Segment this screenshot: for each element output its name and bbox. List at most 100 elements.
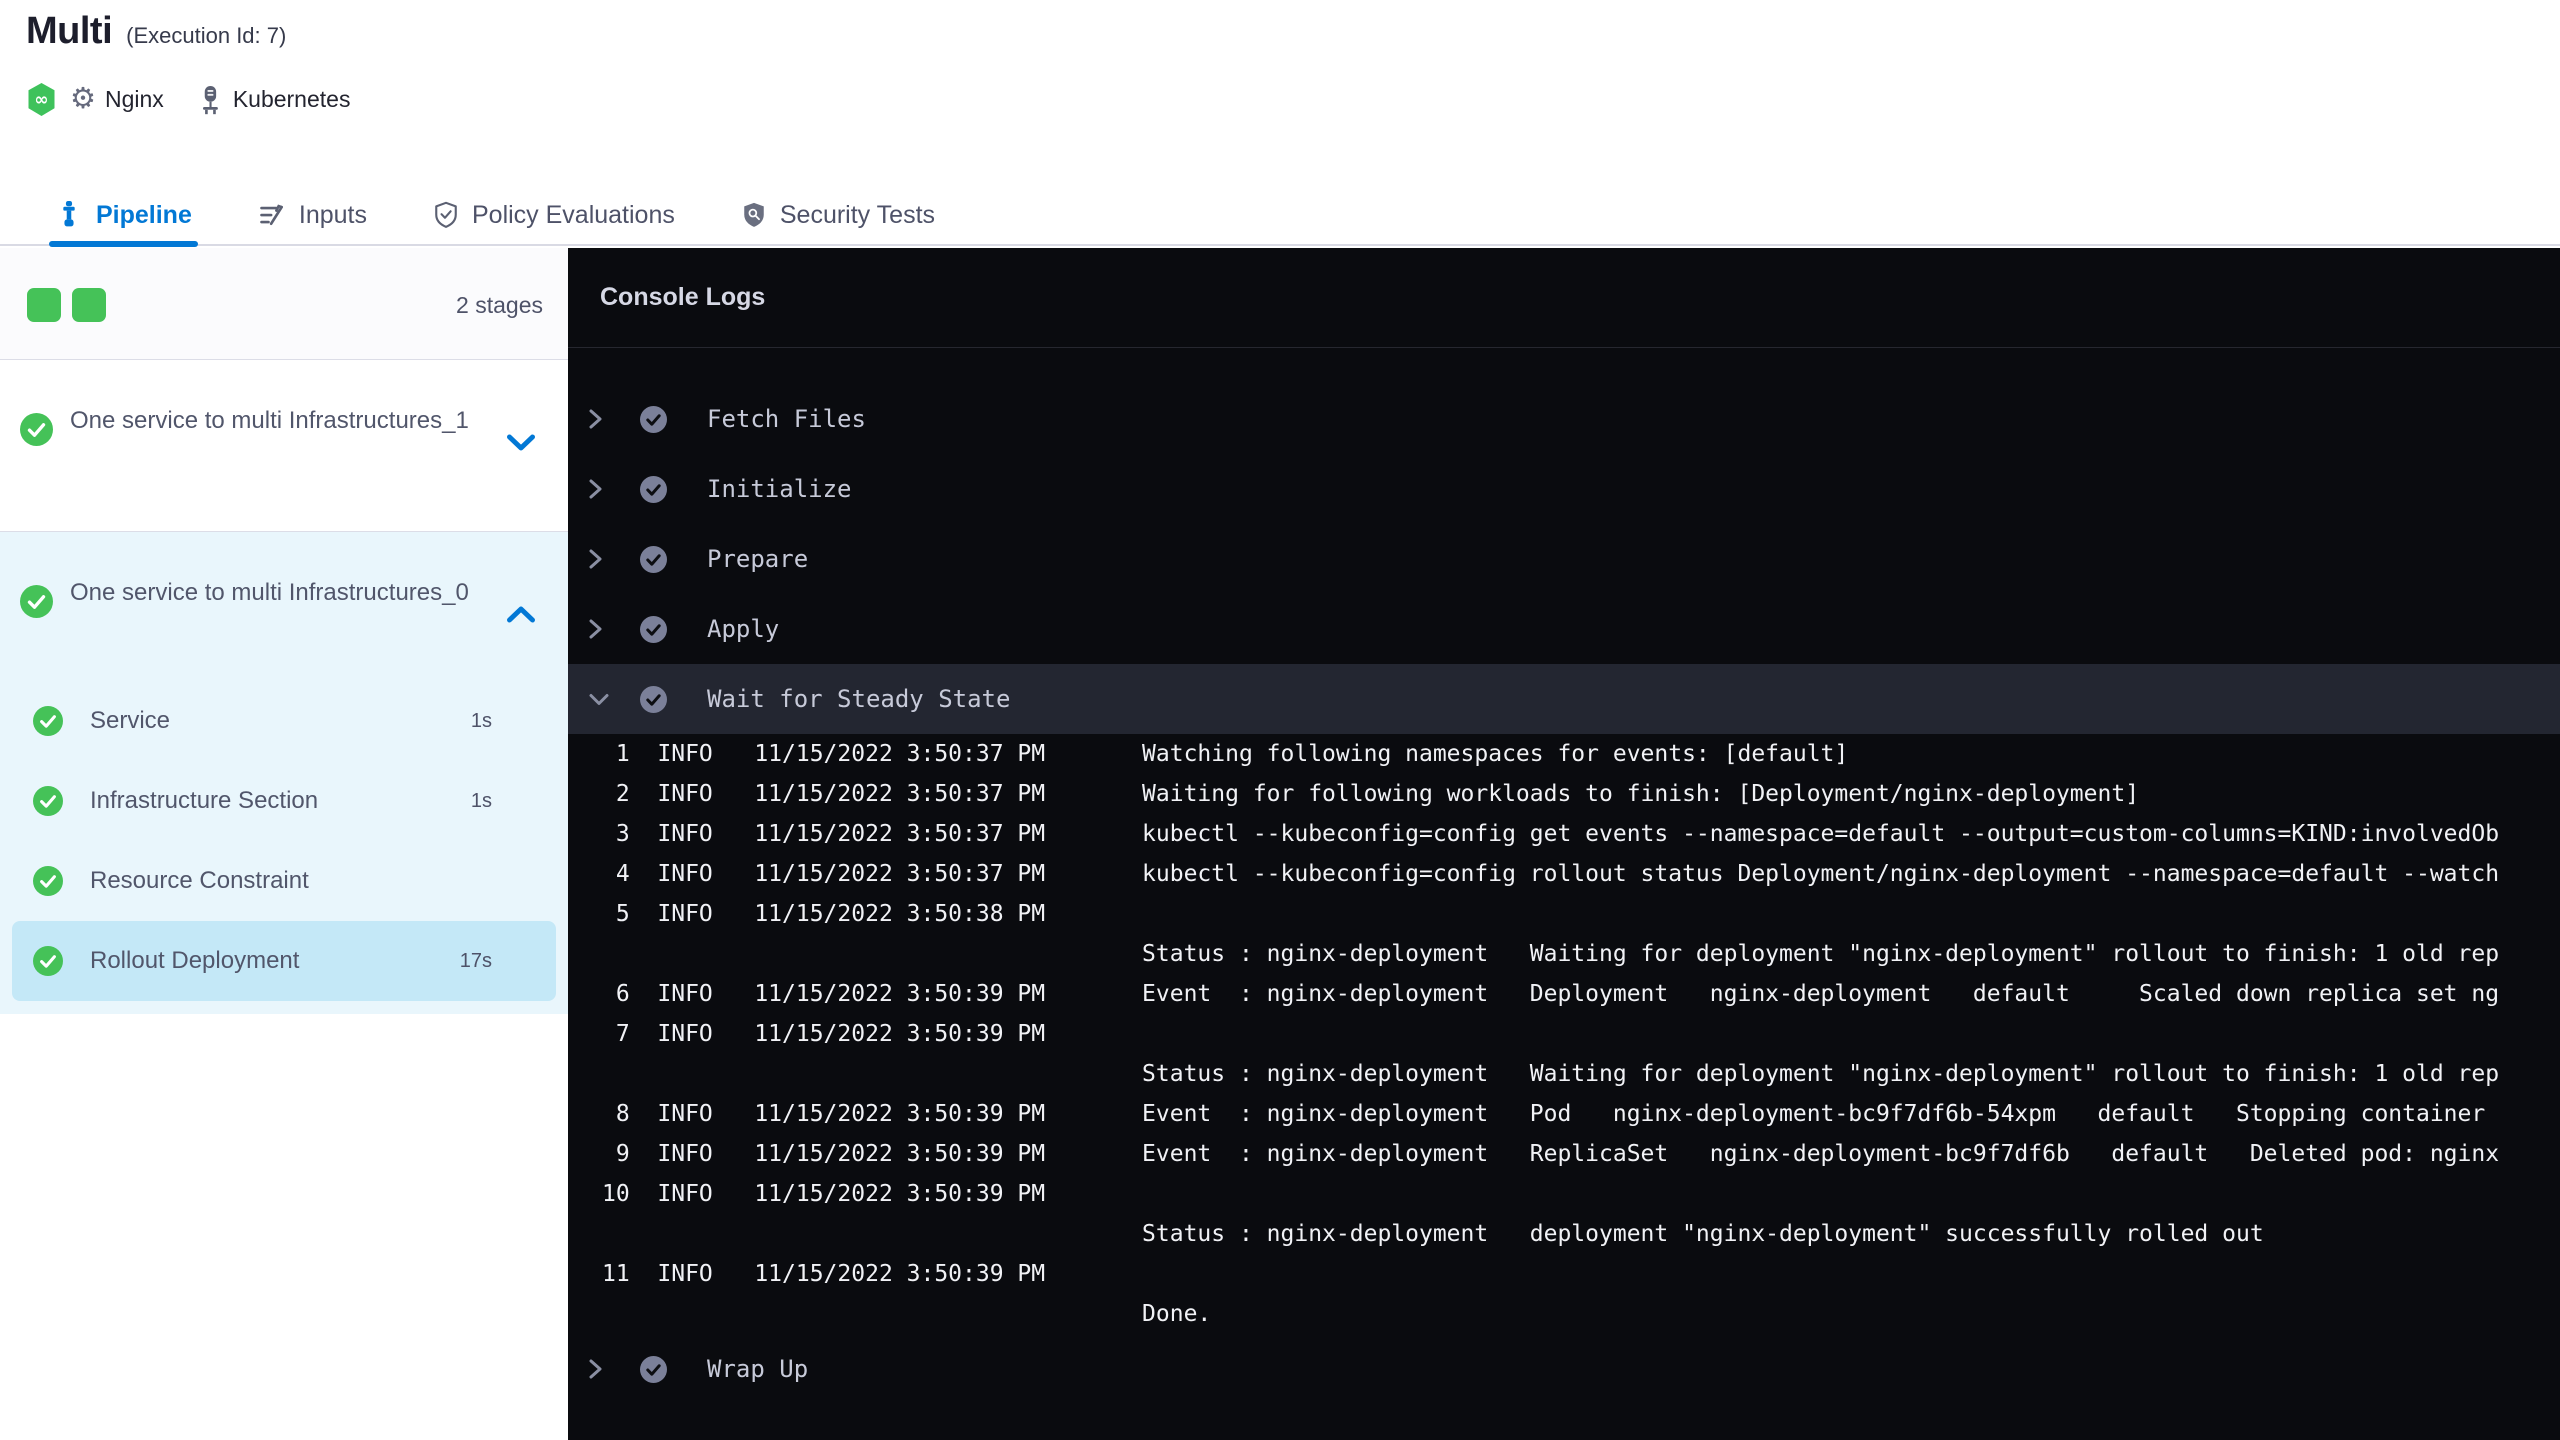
infrastructure-chip[interactable]: Kubernetes [196, 84, 351, 116]
service-chip[interactable]: ⚙ Nginx [70, 85, 164, 114]
tab-label: Pipeline [96, 200, 192, 229]
console-step-apply[interactable]: Apply [568, 594, 2560, 664]
log-block: 1 INFO 11/15/2022 3:50:37 PM Watching fo… [568, 734, 2560, 1334]
console-step-wrap-up[interactable]: Wrap Up [568, 1334, 2560, 1404]
console-chevron-right-icon[interactable] [588, 618, 614, 640]
step-duration: 1s [470, 709, 492, 732]
log-line: 9 INFO 11/15/2022 3:50:39 PM Event : ngi… [602, 1141, 2500, 1167]
tab-security-tests[interactable]: Security Tests [741, 186, 935, 244]
step-label: Service [90, 707, 171, 734]
infrastructure-label: Kubernetes [232, 86, 351, 112]
stage-list: One service to multi Infrastructures_1 On… [0, 360, 568, 1014]
tab-label: Policy Evaluations [471, 200, 675, 229]
page-title: Multi [26, 10, 113, 52]
console-step-list: Fetch Files Initialize Prepare Apply Wait fo… [568, 348, 2560, 1404]
console-check-icon [640, 615, 667, 643]
log-line: Done. [602, 1301, 1212, 1327]
pipeline-icon [55, 200, 83, 230]
stage-indicator-success-1[interactable] [27, 288, 61, 322]
stages-sidebar: 2 stages One service to multi Infrastruc… [0, 248, 568, 1440]
inputs-icon [258, 201, 286, 229]
stage-group-one-service-to-multi-infrastructures-0: One service to multi Infrastructures_0 Se… [0, 532, 568, 1014]
step-service[interactable]: Service 1s [12, 681, 556, 761]
chevron-up-icon[interactable] [506, 605, 536, 624]
console-step-fetch-files[interactable]: Fetch Files [568, 384, 2560, 454]
tab-label: Security Tests [779, 200, 936, 229]
header: Multi (Execution Id: 7) ∞ ⚙ Nginx Kubern… [0, 0, 2560, 186]
tab-pipeline[interactable]: Pipeline [49, 186, 198, 247]
console-check-icon [640, 685, 667, 713]
success-check-small-icon [33, 786, 63, 816]
console-step-label: Initialize [707, 475, 852, 503]
console-step-initialize[interactable]: Initialize [568, 454, 2560, 524]
log-line: 4 INFO 11/15/2022 3:50:37 PM kubectl --k… [602, 861, 2500, 887]
chevron-down-icon[interactable] [506, 433, 536, 452]
success-check-small-icon [33, 706, 63, 736]
console-step-label: Prepare [707, 545, 809, 573]
console-step-label: Wrap Up [707, 1355, 809, 1383]
step-list: Service 1s Infrastructure Section 1s Resourc… [0, 681, 568, 1001]
console-chevron-right-icon[interactable] [588, 548, 614, 570]
step-duration: 1s [470, 789, 492, 812]
step-infrastructure-section[interactable]: Infrastructure Section 1s [12, 761, 556, 841]
step-label: Infrastructure Section [90, 787, 319, 814]
success-check-small-icon [33, 946, 63, 976]
log-line: 3 INFO 11/15/2022 3:50:37 PM kubectl --k… [602, 821, 2500, 847]
console-check-icon [640, 405, 667, 433]
log-line: 6 INFO 11/15/2022 3:50:39 PM Event : ngi… [602, 981, 2500, 1007]
log-line: 5 INFO 11/15/2022 3:50:38 PM [602, 901, 1143, 927]
execution-id: (Execution Id: 7) [126, 23, 287, 48]
log-line: 1 INFO 11/15/2022 3:50:37 PM Watching fo… [602, 741, 1849, 767]
execution-meta-row: ∞ ⚙ Nginx Kubernetes [26, 82, 350, 117]
console-step-label: Fetch Files [707, 405, 866, 433]
log-line: 10 INFO 11/15/2022 3:50:39 PM [602, 1181, 1143, 1207]
step-resource-constraint[interactable]: Resource Constraint [12, 841, 556, 921]
stages-summary-band: 2 stages [0, 248, 568, 360]
console-step-wait-for-steady-state[interactable]: Wait for Steady State [568, 664, 2560, 734]
kubernetes-icon [196, 84, 224, 116]
console-chevron-down-icon[interactable] [588, 692, 614, 707]
step-duration: 17s [459, 949, 492, 972]
stage-name: One service to multi Infrastructures_0 [70, 579, 469, 606]
stage-group-one-service-to-multi-infrastructures-1: One service to multi Infrastructures_1 [0, 360, 568, 532]
console-title: Console Logs [600, 283, 766, 311]
stage-count-label: 2 stages [456, 292, 543, 318]
success-check-icon [20, 585, 53, 618]
step-label: Resource Constraint [90, 867, 309, 894]
service-label: Nginx [105, 86, 164, 112]
console-step-label: Apply [707, 615, 780, 643]
success-check-small-icon [33, 866, 63, 896]
stage-indicator-success-2[interactable] [72, 288, 106, 322]
console-logs-panel: Console Logs Fetch Files Initialize Prepar… [568, 248, 2560, 1440]
stage-header-one-service-to-multi-infrastructures-0[interactable]: One service to multi Infrastructures_0 [0, 532, 568, 677]
log-line: 11 INFO 11/15/2022 3:50:39 PM [602, 1261, 1143, 1287]
log-line: Status : nginx-deployment Waiting for de… [602, 1061, 2500, 1087]
tab-inputs[interactable]: Inputs [258, 186, 367, 244]
step-label: Rollout Deployment [90, 947, 300, 974]
console-step-prepare[interactable]: Prepare [568, 524, 2560, 594]
tab-label: Inputs [298, 200, 367, 229]
stage-name: One service to multi Infrastructures_1 [70, 407, 469, 434]
console-check-icon [640, 1355, 667, 1383]
console-check-icon [640, 545, 667, 573]
log-line: 8 INFO 11/15/2022 3:50:39 PM Event : ngi… [602, 1101, 2486, 1127]
svg-text:∞: ∞ [34, 90, 48, 110]
step-rollout-deployment[interactable]: Rollout Deployment 17s [12, 921, 556, 1001]
stage-indicators [27, 288, 106, 322]
log-line: Status : nginx-deployment deployment "ng… [602, 1221, 2264, 1247]
console-step-label: Wait for Steady State [707, 685, 1011, 713]
console-chevron-right-icon[interactable] [588, 1358, 614, 1380]
console-chevron-right-icon[interactable] [588, 408, 614, 430]
tab-bar: Pipeline Inputs Policy Evaluations Security… [0, 186, 2560, 247]
policy-shield-check-icon [433, 201, 459, 229]
title-row: Multi (Execution Id: 7) [26, 10, 286, 53]
harness-success-badge-icon: ∞ [26, 82, 57, 117]
pipeline-execution-page: Multi (Execution Id: 7) ∞ ⚙ Nginx Kubern… [0, 0, 2560, 1440]
console-check-icon [640, 475, 667, 503]
gear-icon: ⚙ [70, 83, 96, 115]
console-chevron-right-icon[interactable] [588, 478, 614, 500]
log-line: Status : nginx-deployment Waiting for de… [602, 941, 2500, 967]
stage-header-one-service-to-multi-infrastructures-1[interactable]: One service to multi Infrastructures_1 [0, 360, 568, 505]
tab-policy-evaluations[interactable]: Policy Evaluations [433, 186, 675, 244]
log-line: 2 INFO 11/15/2022 3:50:37 PM Waiting for… [602, 781, 2140, 807]
